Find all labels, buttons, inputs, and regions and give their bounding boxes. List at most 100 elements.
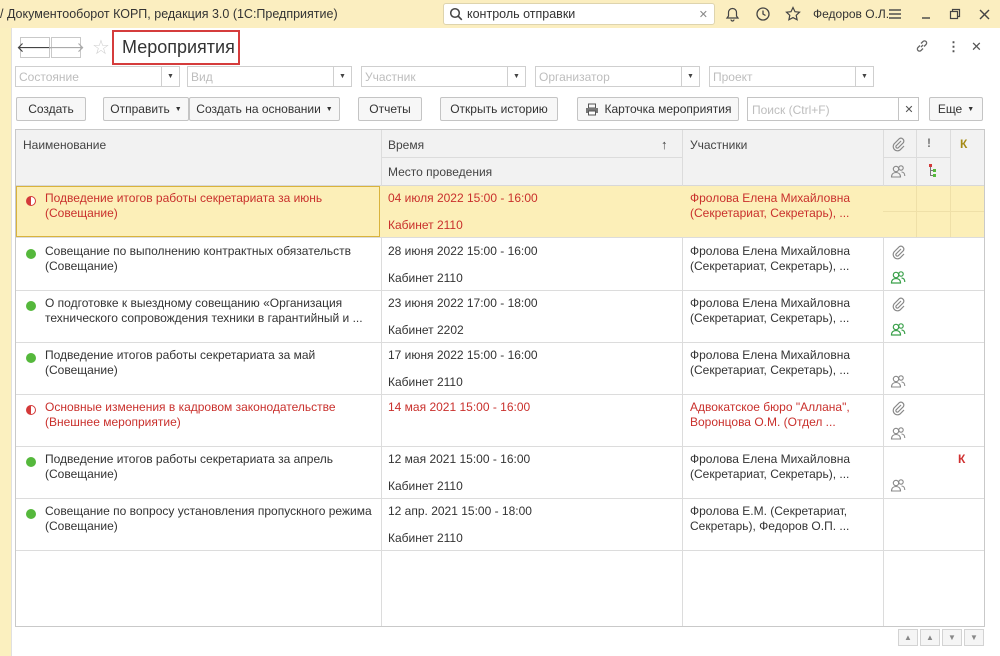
participants-icon[interactable] (890, 373, 906, 389)
event-place: Кабинет 2110 (388, 218, 463, 232)
participants-icon[interactable] (890, 269, 906, 285)
list-search-input[interactable]: Поиск (Ctrl+F) (747, 97, 919, 121)
chevron-down-icon[interactable]: ▼ (507, 67, 525, 86)
status-done-icon (26, 301, 36, 311)
close-app-icon[interactable] (975, 5, 993, 23)
create-button[interactable]: Создать (16, 97, 86, 121)
event-name: О подготовке к выездному совещанию «Орга… (45, 296, 363, 325)
menu-icon[interactable] (886, 5, 904, 23)
chevron-down-icon: ▼ (325, 105, 333, 113)
event-participants: Фролова Елена Михайловна (Секретариат, С… (690, 452, 851, 481)
minimize-icon[interactable] (917, 5, 935, 23)
bell-icon[interactable] (723, 5, 741, 23)
event-participants: Адвокатское бюро "Аллана", Воронцова О.М… (690, 400, 850, 429)
event-place: Кабинет 2110 (388, 531, 463, 545)
paperclip-icon[interactable] (890, 244, 906, 260)
table-row[interactable]: Подведение итогов работы секретариата за… (16, 343, 984, 395)
link-icon[interactable] (915, 39, 929, 56)
event-time: 23 июня 2022 17:00 - 18:00 (388, 296, 538, 310)
chevron-down-icon[interactable]: ▼ (333, 67, 351, 86)
importance-icon[interactable]: ! (927, 136, 931, 150)
participants-icon[interactable] (890, 477, 906, 493)
event-name: Совещание по вопросу установления пропус… (45, 504, 372, 533)
table-row[interactable]: Основные изменения в кадровом законодате… (16, 395, 984, 447)
status-done-icon (26, 249, 36, 259)
table-header: Наименование Время ↑ Место проведения Уч… (16, 130, 984, 186)
state-filter-placeholder: Состояние (19, 70, 79, 84)
back-button[interactable]: 🡐 (16, 37, 54, 58)
state-filter[interactable]: Состояние ▼ (15, 66, 180, 87)
send-button[interactable]: Отправить ▼ (103, 97, 189, 121)
user-name[interactable]: Федоров О.Л. (813, 7, 889, 21)
paperclip-icon[interactable] (890, 296, 906, 312)
more-icon[interactable]: ⋮ (947, 39, 960, 55)
column-place[interactable]: Место проведения (388, 165, 492, 179)
participants-icon[interactable] (890, 163, 906, 179)
tree-icon[interactable] (924, 163, 940, 179)
column-participants[interactable]: Участники (690, 138, 747, 152)
table-row[interactable]: Совещание по вопросу установления пропус… (16, 499, 984, 551)
restore-icon[interactable] (946, 5, 964, 23)
list-search-placeholder: Поиск (Ctrl+F) (752, 103, 830, 117)
table-row[interactable]: О подготовке к выездному совещанию «Орга… (16, 291, 984, 343)
events-table: Наименование Время ↑ Место проведения Уч… (15, 129, 985, 627)
event-participants: Фролова Елена Михайловна (Секретариат, С… (690, 296, 851, 325)
title-bar: / Документооборот КОРП, редакция 3.0 (1С… (0, 0, 1000, 28)
chevron-down-icon[interactable]: ▼ (161, 67, 179, 86)
paperclip-icon[interactable] (890, 400, 906, 416)
go-last-button[interactable]: ▼ (964, 629, 984, 646)
status-overdue-icon (26, 196, 36, 206)
column-divider (916, 130, 917, 186)
global-search[interactable]: ✕ (443, 3, 715, 25)
sort-asc-icon[interactable]: ↑ (661, 137, 668, 152)
paperclip-icon[interactable] (890, 136, 906, 152)
go-prev-button[interactable]: ▲ (920, 629, 940, 646)
participant-filter-placeholder: Участник (365, 70, 416, 84)
event-participants: Фролова Елена Михайловна (Секретариат, С… (690, 348, 851, 377)
event-time: 12 мая 2021 15:00 - 16:00 (388, 452, 531, 466)
participants-icon[interactable] (890, 321, 906, 337)
more-button[interactable]: Еще ▼ (929, 97, 983, 121)
project-filter[interactable]: Проект ▼ (709, 66, 874, 87)
forward-button[interactable]: 🡒 (47, 37, 85, 58)
column-time[interactable]: Время (388, 138, 424, 152)
status-done-icon (26, 509, 36, 519)
chevron-down-icon: ▼ (967, 105, 975, 113)
chevron-down-icon: ▼ (174, 105, 182, 113)
close-window-icon[interactable]: ✕ (971, 39, 982, 55)
participants-icon[interactable] (890, 425, 906, 441)
table-row[interactable]: Подведение итогов работы секретариата за… (16, 186, 984, 238)
create-based-label: Создать на основании (196, 102, 321, 116)
event-place: Кабинет 2110 (388, 271, 463, 285)
go-next-button[interactable]: ▼ (942, 629, 962, 646)
column-name[interactable]: Наименование (23, 138, 106, 152)
favorite-star-icon[interactable]: ☆ (92, 35, 110, 60)
clear-search-icon[interactable]: ✕ (699, 8, 708, 21)
organizer-filter[interactable]: Организатор ▼ (535, 66, 700, 87)
event-place: Кабинет 2202 (388, 323, 464, 337)
more-button-label: Еще (937, 102, 963, 116)
event-time: 04 июля 2022 15:00 - 16:00 (388, 191, 538, 205)
events-window: 🡐 🡒 ☆ Мероприятия ⋮ ✕ Состояние ▼ Вид ▼ … (11, 28, 1000, 656)
history-icon[interactable] (754, 5, 772, 23)
chevron-down-icon[interactable]: ▼ (855, 67, 873, 86)
go-first-button[interactable]: ▲ (898, 629, 918, 646)
cell-divider (916, 186, 917, 237)
table-row[interactable]: Совещание по выполнению контрактных обяз… (16, 239, 984, 291)
favorites-icon[interactable] (784, 5, 802, 23)
global-search-input[interactable] (467, 7, 687, 21)
reports-button[interactable]: Отчеты (358, 97, 422, 121)
table-row[interactable]: Подведение итогов работы секретариата за… (16, 447, 984, 499)
open-history-button[interactable]: Открыть историю (440, 97, 558, 121)
participant-filter[interactable]: Участник ▼ (361, 66, 526, 87)
event-participants: Фролова Елена Михайловна (Секретариат, С… (690, 191, 851, 220)
create-based-button[interactable]: Создать на основании ▼ (189, 97, 340, 121)
event-name: Подведение итогов работы секретариата за… (45, 191, 323, 220)
chevron-down-icon[interactable]: ▼ (681, 67, 699, 86)
kind-filter[interactable]: Вид ▼ (187, 66, 352, 87)
cell-divider (883, 211, 984, 212)
event-card-button[interactable]: Карточка мероприятия (577, 97, 739, 121)
clear-list-search-icon[interactable]: ✕ (898, 97, 919, 121)
column-k[interactable]: К (960, 137, 967, 151)
event-name: Совещание по выполнению контрактных обяз… (45, 244, 351, 273)
